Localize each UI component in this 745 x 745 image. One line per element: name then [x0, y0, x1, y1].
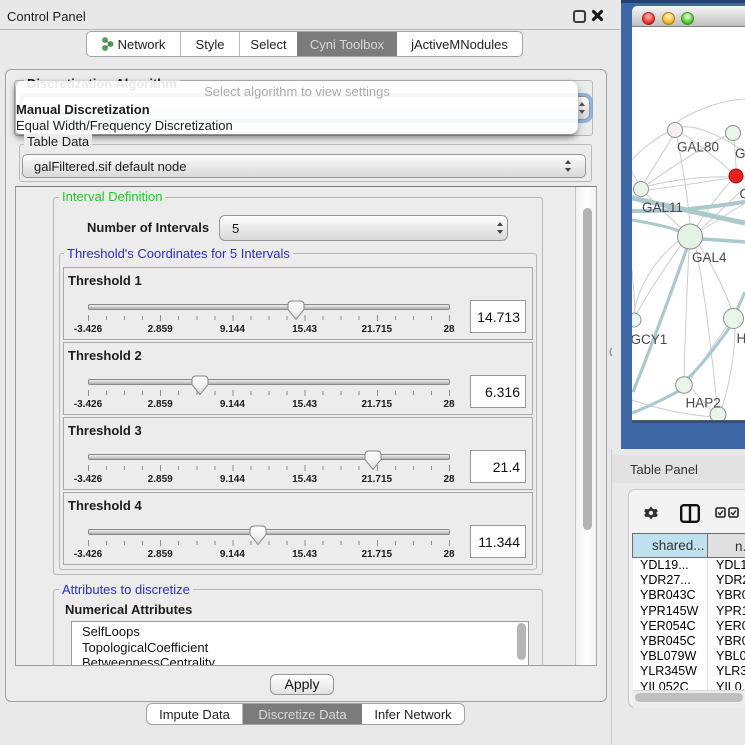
svg-text:GCY1: GCY1	[632, 332, 667, 347]
svg-text:GA: GA	[735, 146, 745, 161]
svg-text:H: H	[737, 331, 745, 346]
svg-text:GAL4: GAL4	[692, 250, 727, 265]
svg-text:CY: CY	[740, 187, 745, 202]
svg-text:GAL80: GAL80	[677, 140, 719, 155]
svg-text:HAP2: HAP2	[686, 396, 721, 411]
svg-text:GAL11: GAL11	[642, 200, 683, 215]
